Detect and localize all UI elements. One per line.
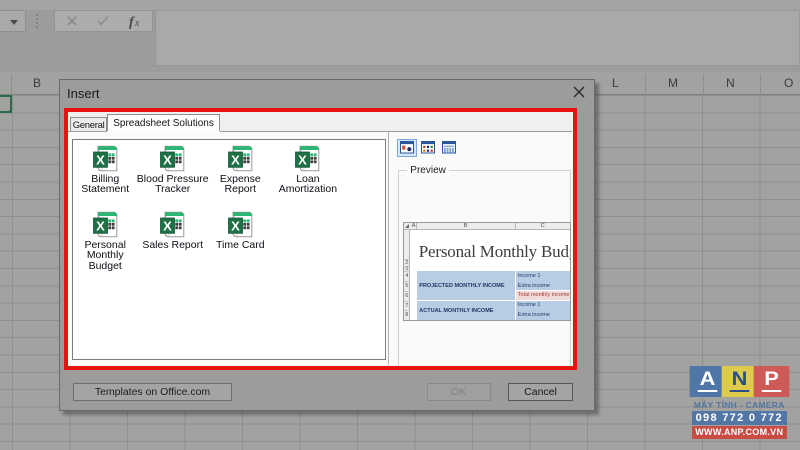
svg-text:x: x: [134, 18, 140, 29]
